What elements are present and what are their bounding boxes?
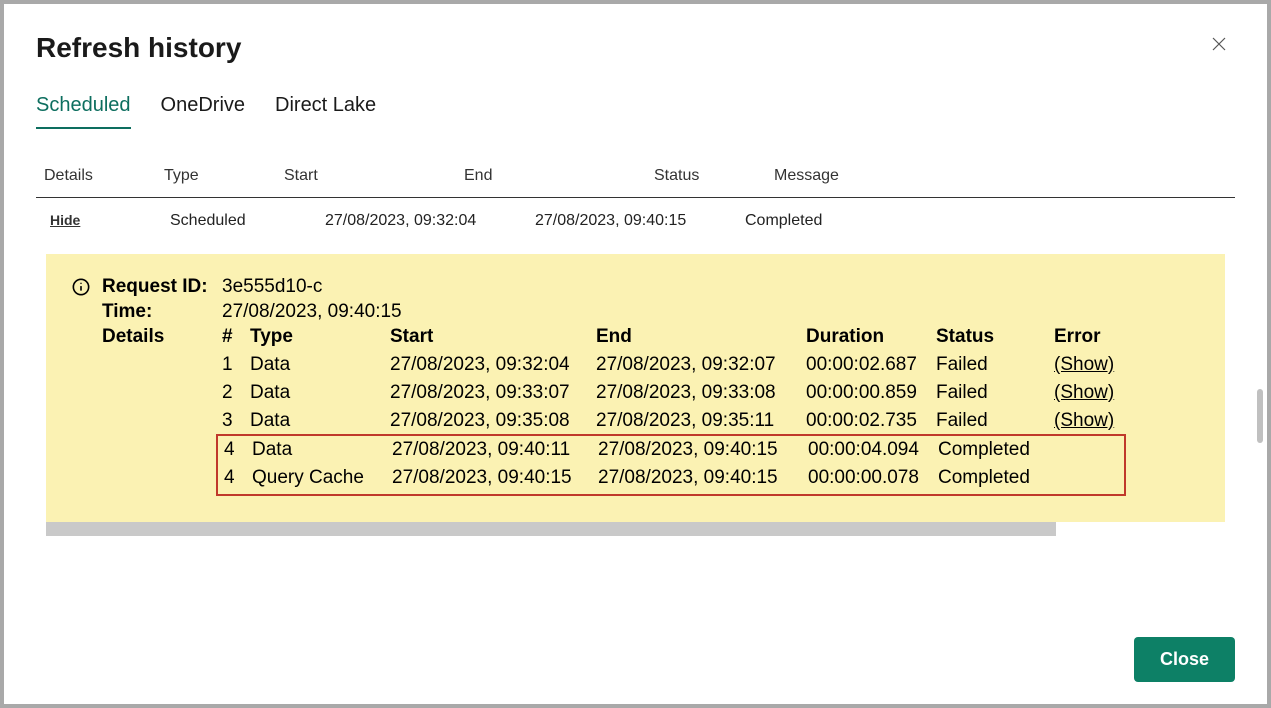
request-id-value: 3e555d10-c: [222, 276, 322, 298]
content-area: Details Type Start End Status Message Hi…: [36, 157, 1235, 536]
table-row: 2Data27/08/2023, 09:33:0727/08/2023, 09:…: [222, 379, 1199, 407]
time-value: 27/08/2023, 09:40:15: [222, 301, 402, 323]
summary-row: Hide Scheduled 27/08/2023, 09:32:04 27/0…: [36, 198, 1235, 244]
col-message: Message: [774, 167, 1227, 185]
horizontal-scrollbar-thumb[interactable]: [46, 522, 1056, 536]
vertical-scrollbar-thumb[interactable]: [1257, 389, 1263, 443]
hide-link[interactable]: Hide: [50, 212, 80, 228]
close-icon[interactable]: [1203, 32, 1235, 59]
close-button[interactable]: Close: [1134, 637, 1235, 682]
table-row: 3Data27/08/2023, 09:35:0827/08/2023, 09:…: [222, 407, 1199, 435]
dialog-title: Refresh history: [36, 32, 241, 64]
attempts-header: # Type Start End Duration Status Error: [222, 323, 1199, 351]
col-end: End: [464, 167, 654, 185]
table-row: 4Data27/08/2023, 09:40:1127/08/2023, 09:…: [224, 436, 1124, 464]
show-error-link[interactable]: (Show): [1054, 382, 1114, 403]
col-details: Details: [44, 167, 164, 185]
attempts-table: # Type Start End Duration Status Error 1…: [222, 323, 1199, 496]
request-id-label: Request ID:: [102, 276, 222, 298]
column-header-row: Details Type Start End Status Message: [36, 157, 1235, 198]
tab-onedrive[interactable]: OneDrive: [161, 94, 245, 129]
table-row: 4Query Cache27/08/2023, 09:40:1527/08/20…: [224, 464, 1124, 492]
summary-end: 27/08/2023, 09:40:15: [535, 212, 745, 230]
dialog-footer: Close: [36, 617, 1235, 682]
summary-status: Completed: [745, 212, 1227, 230]
summary-type: Scheduled: [170, 212, 325, 230]
tab-bar: Scheduled OneDrive Direct Lake: [36, 94, 1235, 129]
table-row: 1Data27/08/2023, 09:32:0427/08/2023, 09:…: [222, 351, 1199, 379]
detail-panel: Request ID: 3e555d10-c Time: 27/08/2023,…: [46, 254, 1225, 522]
show-error-link[interactable]: (Show): [1054, 410, 1114, 431]
refresh-history-dialog: Refresh history Scheduled OneDrive Direct …: [4, 4, 1267, 704]
col-type: Type: [164, 167, 284, 185]
attempts-body: 1Data27/08/2023, 09:32:0427/08/2023, 09:…: [222, 351, 1199, 496]
details-label: Details: [102, 326, 222, 348]
show-error-link[interactable]: (Show): [1054, 354, 1114, 375]
dialog-header: Refresh history: [36, 32, 1235, 64]
col-status: Status: [654, 167, 774, 185]
time-label: Time:: [102, 301, 222, 323]
tab-direct-lake[interactable]: Direct Lake: [275, 94, 376, 129]
col-start: Start: [284, 167, 464, 185]
info-icon: [72, 278, 90, 301]
horizontal-scrollbar[interactable]: [46, 522, 1056, 536]
tab-scheduled[interactable]: Scheduled: [36, 94, 131, 129]
highlight-box: 4Data27/08/2023, 09:40:1127/08/2023, 09:…: [216, 434, 1126, 496]
summary-start: 27/08/2023, 09:32:04: [325, 212, 535, 230]
